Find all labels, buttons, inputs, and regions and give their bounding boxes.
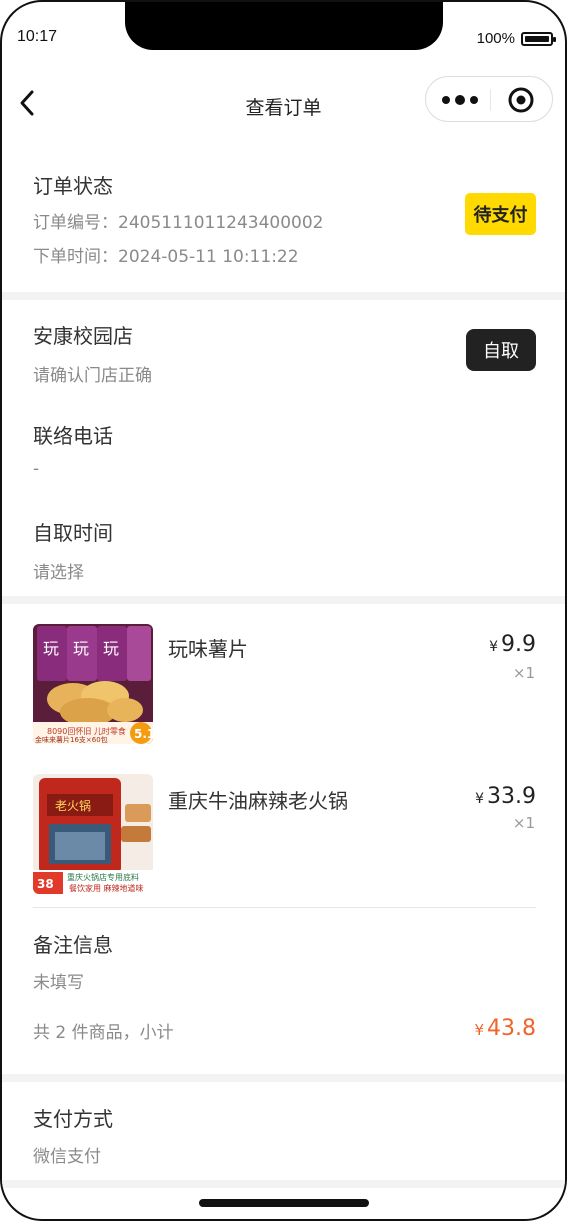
battery-icon: [521, 31, 556, 46]
order-status-label: 订单状态: [33, 174, 113, 198]
summary-text: 共 2 件商品，小计: [33, 1023, 174, 1043]
item-name: 玩味薯片: [168, 637, 248, 661]
order-time: 下单时间：2024-05-11 10:11:22: [33, 247, 299, 267]
svg-text:玩: 玩: [43, 639, 59, 658]
currency-symbol: ¥: [489, 639, 498, 655]
order-number: 订单编号：2405111011243400002: [33, 213, 324, 233]
svg-text:38: 38: [37, 877, 54, 891]
more-icon[interactable]: [440, 89, 484, 111]
item-price-value: 33.9: [487, 784, 536, 809]
phone-frame: 10:17 100% 查看订单 订单状态 订单编号：24051110112434…: [0, 0, 567, 1221]
item-quantity: ×1: [512, 664, 535, 682]
navbar: 查看订单: [2, 74, 565, 134]
pickup-mode-badge[interactable]: 自取: [466, 329, 536, 371]
item-name: 重庆牛油麻辣老火锅: [168, 789, 348, 813]
home-indicator[interactable]: [199, 1199, 369, 1207]
remark-label: 备注信息: [33, 933, 113, 957]
section-divider: [2, 596, 565, 604]
close-miniprogram-icon[interactable]: [508, 87, 534, 113]
battery-percent: 100%: [476, 30, 515, 47]
product-image-chips: 玩 玩 玩 8090回怀旧 儿时零食 金味来薯片16支×60包 5.1: [33, 624, 153, 744]
item-price-value: 9.9: [501, 632, 536, 657]
product-image-hotpot: 老火锅 38 重庆火锅店专用底料 餐饮家用 麻辣地道味: [33, 774, 153, 894]
pickup-time-select[interactable]: 请选择: [33, 558, 84, 583]
pickup-time-label: 自取时间: [33, 521, 113, 545]
payment-value[interactable]: 微信支付: [33, 1142, 101, 1167]
items-divider: [33, 907, 536, 908]
status-right: 100%: [476, 30, 556, 47]
svg-text:玩: 玩: [73, 639, 89, 658]
capsule-divider: [490, 89, 491, 111]
phone-label: 联络电话: [33, 424, 113, 448]
subtotal-amount: ¥43.8: [474, 1016, 536, 1041]
svg-text:玩: 玩: [103, 639, 119, 658]
mini-program-capsule: [425, 76, 553, 122]
remark-value[interactable]: 未填写: [33, 968, 84, 993]
section-divider: [2, 1074, 565, 1082]
phone-value[interactable]: -: [33, 459, 39, 479]
svg-text:8090回怀旧 儿时零食: 8090回怀旧 儿时零食: [47, 726, 126, 736]
store-hint: 请确认门店正确: [33, 366, 152, 386]
currency-symbol: ¥: [474, 1021, 485, 1039]
svg-text:重庆火锅店专用底料: 重庆火锅店专用底料: [67, 872, 139, 882]
payment-label: 支付方式: [33, 1107, 113, 1131]
currency-symbol: ¥: [475, 791, 485, 807]
item-price: ¥33.9: [475, 784, 536, 809]
item-price: ¥9.9: [489, 632, 536, 657]
svg-text:金味来薯片16支×60包: 金味来薯片16支×60包: [35, 735, 108, 744]
section-divider: [2, 292, 565, 300]
item-quantity: ×1: [512, 814, 535, 832]
section-divider: [2, 1180, 565, 1188]
subtotal-value: 43.8: [487, 1016, 536, 1041]
svg-text:老火锅: 老火锅: [55, 798, 91, 813]
store-name: 安康校园店: [33, 324, 133, 348]
svg-text:餐饮家用 麻辣地道味: 餐饮家用 麻辣地道味: [69, 883, 144, 893]
notch: [125, 2, 443, 50]
status-badge: 待支付: [465, 193, 536, 235]
status-time: 10:17: [17, 28, 58, 45]
svg-text:5.1: 5.1: [134, 727, 153, 741]
